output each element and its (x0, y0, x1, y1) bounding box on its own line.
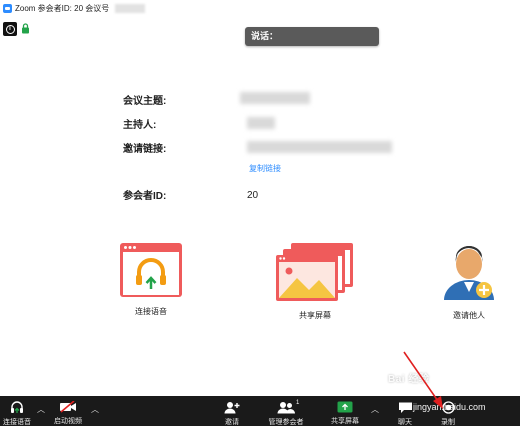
add-person-icon (224, 402, 240, 414)
copy-link[interactable]: 复制链接 (249, 163, 281, 174)
window-titlebar: Zoom 参会者ID: 20 会议号 (0, 0, 520, 16)
manage-participants-button[interactable]: 管理参会者 (266, 396, 306, 426)
share-options-chevron-icon[interactable]: ︿ (371, 404, 379, 415)
speaking-indicator: 说话： (245, 27, 379, 46)
invite-link-value-blurred (247, 141, 392, 153)
share-screen-button[interactable]: 共享屏幕 (328, 396, 362, 426)
invite-button[interactable]: 邀请 (222, 396, 242, 426)
manage-participants-label: 管理参会者 (268, 419, 304, 426)
meeting-toolbar: 连接语音 ︿ 启动视频 ︿ 邀请 管理参会者 1 共享屏幕 ︿ 聊天 录制 ji… (0, 396, 520, 426)
invite-others-label: 邀请他人 (453, 311, 485, 320)
zoom-logo-icon (3, 3, 12, 13)
record-label: 录制 (441, 419, 455, 426)
red-arrow-annotation (403, 351, 443, 409)
share-screen-toolbar-icon (337, 401, 353, 413)
participant-id-value: 20 (247, 190, 259, 201)
start-video-label: 启动视频 (54, 418, 82, 425)
invite-others-tile[interactable]: 邀请他人 (442, 242, 496, 321)
participants-icon (277, 402, 295, 414)
share-screen-label: 共享屏幕 (299, 311, 331, 320)
audio-options-chevron-icon[interactable]: ︿ (37, 404, 45, 415)
topic-value-blurred (240, 92, 310, 104)
share-screen-toolbar-label: 共享屏幕 (331, 418, 359, 425)
chat-label: 聊天 (398, 419, 412, 426)
topic-label: 会议主题: (123, 96, 167, 107)
meeting-info-icon[interactable]: i (3, 22, 17, 36)
headphones-icon (120, 243, 182, 297)
invite-person-icon (444, 245, 494, 300)
window-title: Zoom 参会者ID: 20 会议号 (15, 3, 110, 13)
connect-audio-tile[interactable]: 连接语音 (119, 242, 183, 317)
chat-bubble-icon (398, 402, 412, 413)
connect-audio-label: 连接语音 (135, 307, 167, 316)
connect-audio-button[interactable]: 连接语音 (2, 396, 32, 426)
connect-audio-toolbar-label: 连接语音 (3, 419, 31, 426)
start-video-button[interactable]: 启动视频 (52, 396, 84, 426)
participant-id-label: 参会者ID: (123, 191, 167, 202)
video-off-icon (60, 401, 76, 413)
video-options-chevron-icon[interactable]: ︿ (91, 404, 99, 415)
host-value-blurred (247, 117, 275, 129)
share-screen-tile[interactable]: 共享屏幕 (275, 242, 355, 321)
share-screen-icon (276, 243, 353, 301)
headphones-icon (11, 401, 23, 413)
blurred-meeting-number (115, 3, 146, 13)
invite-link-label: 邀请链接: (123, 144, 167, 155)
lock-icon (22, 23, 29, 34)
participant-count-badge: 1 (296, 400, 300, 406)
baidu-watermark: Bai 经验 (388, 374, 430, 385)
host-label: 主持人: (123, 120, 157, 131)
baidu-watermark-url: jingyan.baidu.com (413, 402, 486, 412)
invite-label: 邀请 (225, 419, 239, 426)
